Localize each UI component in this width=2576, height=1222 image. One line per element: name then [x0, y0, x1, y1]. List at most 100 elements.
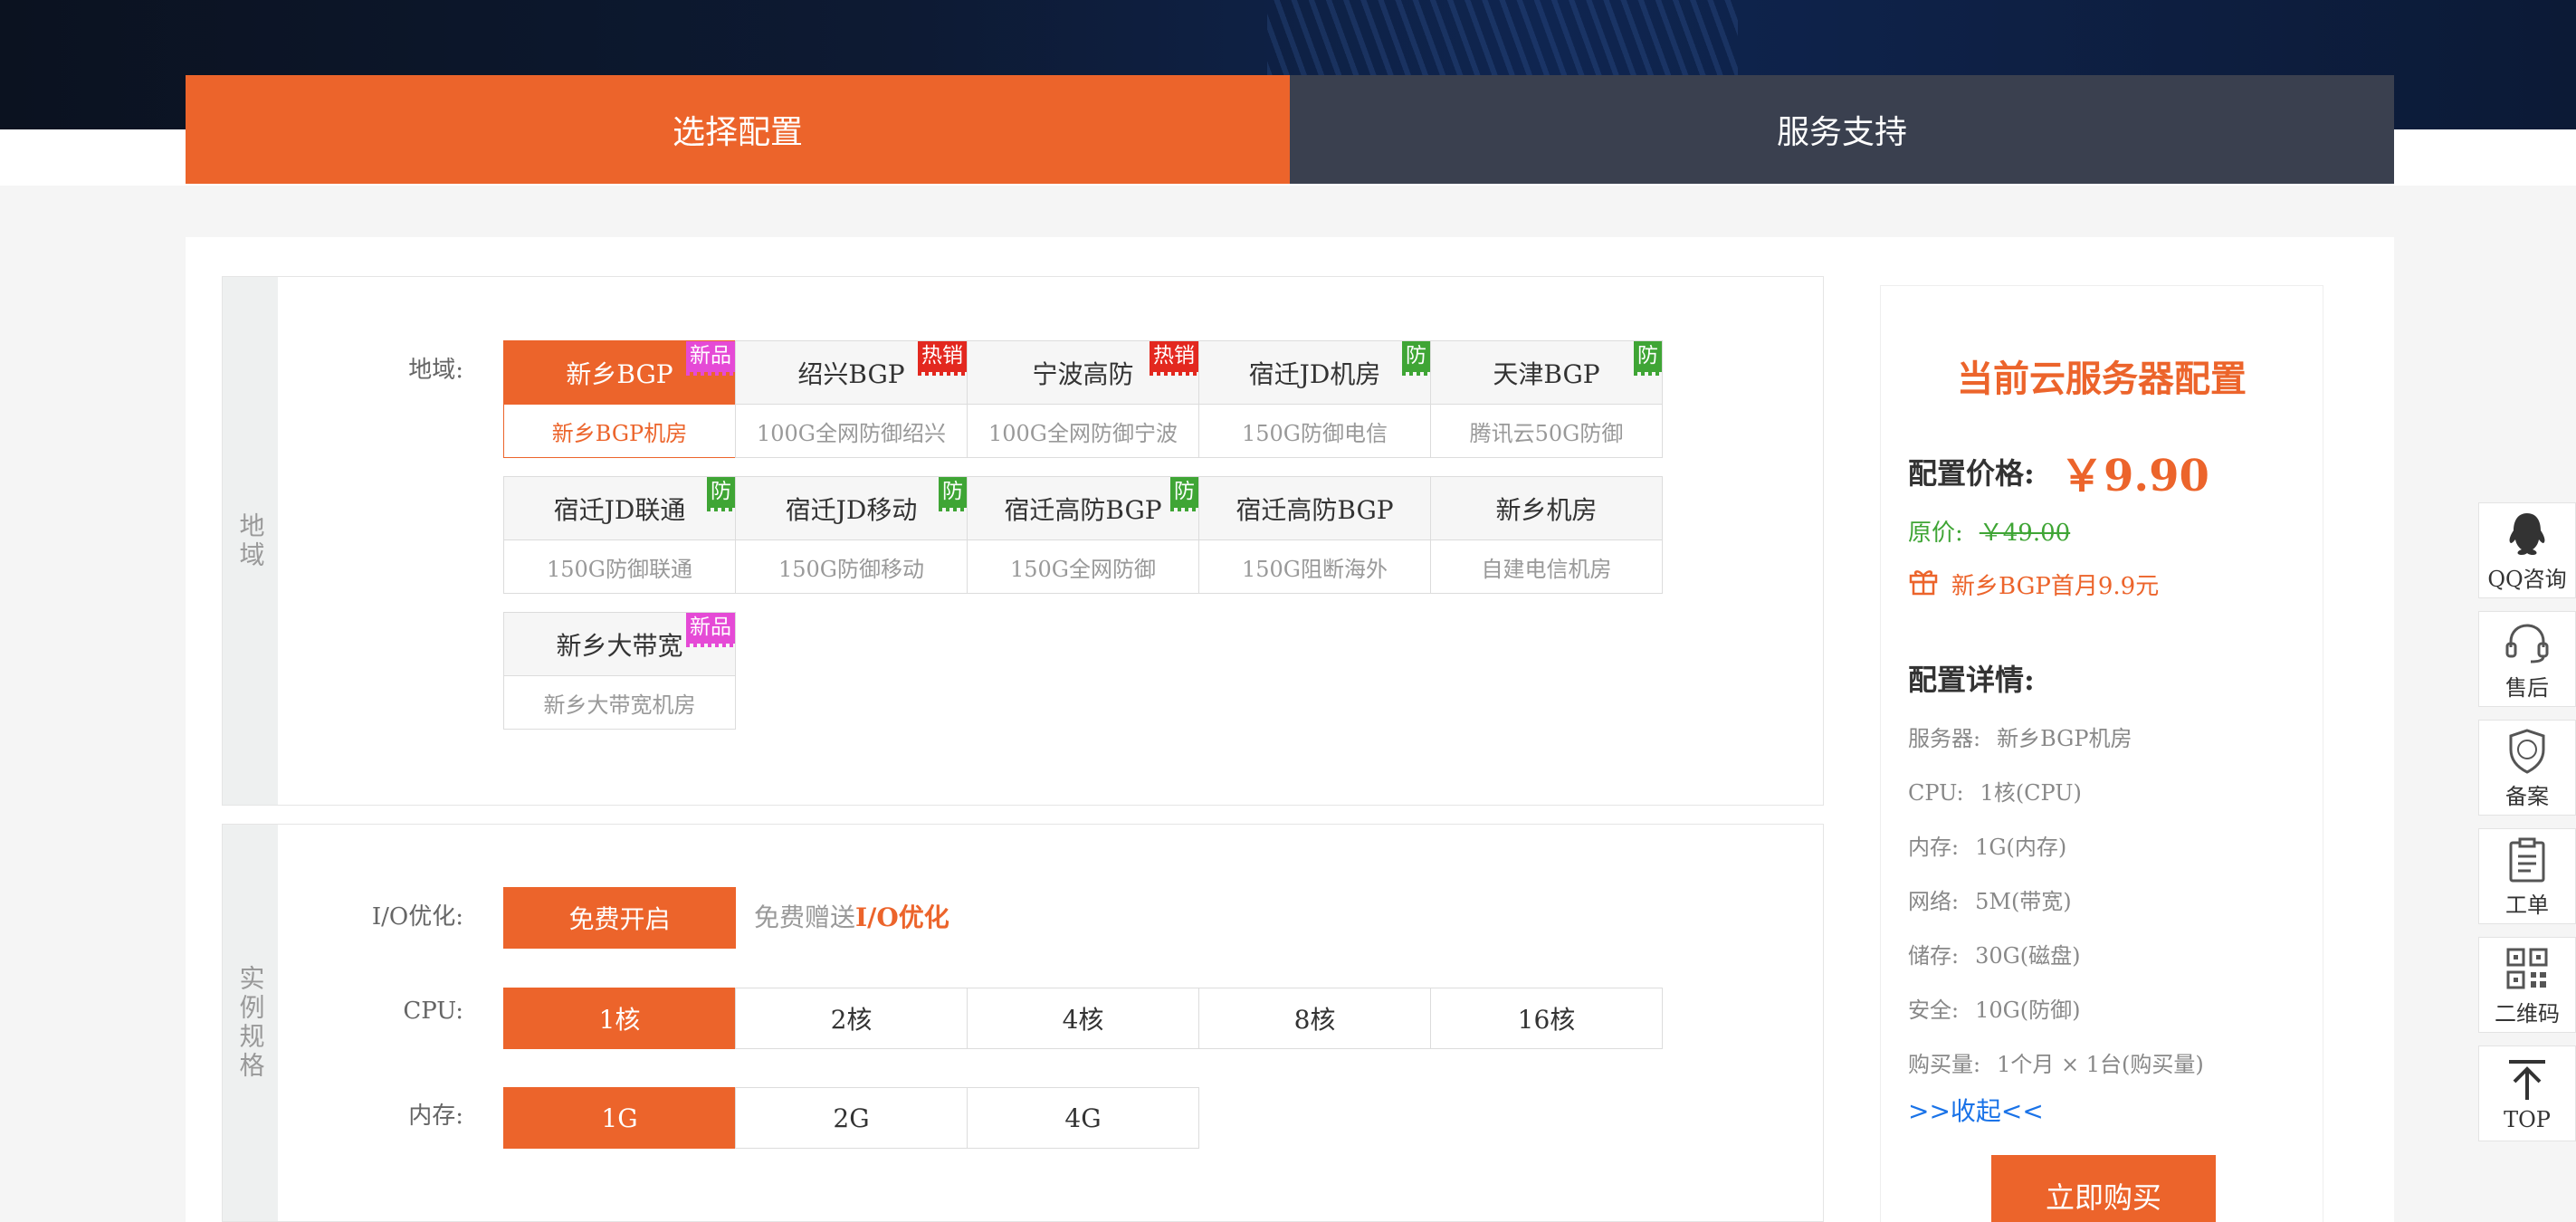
detail-row: 安全: 10G(防御) [1908, 992, 2081, 1024]
memory-option[interactable]: 1G [503, 1087, 736, 1149]
cpu-option[interactable]: 4核 [967, 988, 1199, 1049]
region-name: 宿迁JD移动 [736, 477, 967, 540]
region-option[interactable]: 宿迁JD移动 150G防御移动 防 [735, 476, 968, 594]
region-badge: 新品 [686, 613, 735, 647]
io-row-label: I/O优化: [371, 903, 463, 931]
price-label: 配置价格: [1908, 456, 2035, 491]
region-desc: 100G全网防御宁波 [988, 420, 1178, 446]
cpu-option[interactable]: 2核 [735, 988, 968, 1049]
detail-row: 网络: 5M(带宽) [1908, 883, 2072, 915]
region-option[interactable]: 宁波高防 100G全网防御宁波 热销 [967, 340, 1199, 458]
cpu-option[interactable]: 1核 [503, 988, 736, 1049]
main-tabs: 选择配置 服务支持 [186, 75, 2394, 184]
region-desc: 腾讯云50G防御 [1469, 420, 1624, 446]
region-option[interactable]: 新乡机房 自建电信机房 [1430, 476, 1663, 594]
region-name: 新乡机房 [1431, 477, 1662, 540]
qrcode-icon [2505, 943, 2549, 994]
region-name: 宿迁JD机房 [1199, 341, 1430, 405]
spec-section-label: 实例规格 [223, 825, 278, 1221]
region-badge: 热销 [1150, 341, 1198, 376]
icp-shield-icon [2505, 726, 2549, 777]
float-top-label: TOP [2504, 1107, 2551, 1132]
promo-line: 新乡BGP首月9.9元 [1908, 567, 2159, 602]
io-enable-button[interactable]: 免费开启 [503, 887, 736, 949]
memory-options: 1G 2G 4G [503, 1087, 1199, 1149]
detail-row: 服务器: 新乡BGP机房 [1908, 721, 2132, 752]
float-qrcode[interactable]: 二维码 [2478, 937, 2576, 1033]
cpu-option[interactable]: 16核 [1430, 988, 1663, 1049]
io-note-prefix: 免费赠送 [754, 902, 856, 932]
detail-value: 30G(磁盘) [1975, 943, 2081, 969]
float-qrcode-label: 二维码 [2495, 1000, 2560, 1026]
region-badge: 防 [1170, 477, 1198, 511]
region-name: 天津BGP [1431, 341, 1662, 405]
region-option[interactable]: 绍兴BGP 100G全网防御绍兴 热销 [735, 340, 968, 458]
memory-option[interactable]: 4G [967, 1087, 1199, 1149]
region-name: 宿迁高防BGP [968, 477, 1198, 540]
region-option[interactable]: 天津BGP 腾讯云50G防御 防 [1430, 340, 1663, 458]
region-name: 宿迁高防BGP [1199, 477, 1430, 540]
float-ticket[interactable]: 工单 [2478, 828, 2576, 924]
region-option[interactable]: 宿迁JD机房 150G防御电信 防 [1198, 340, 1431, 458]
region-row-label: 地域: [408, 357, 463, 384]
float-top[interactable]: TOP [2478, 1045, 2576, 1141]
cpu-row-label: CPU: [403, 998, 463, 1025]
detail-value: 1G(内存) [1975, 835, 2067, 860]
region-desc: 150G防御电信 [1242, 420, 1388, 446]
region-option[interactable]: 宿迁高防BGP 150G全网防御 防 [967, 476, 1199, 594]
promo-text: 新乡BGP首月9.9元 [1951, 573, 2160, 600]
original-price: 原价: ￥49.00 [1908, 514, 2070, 548]
detail-key: 网络: [1908, 889, 1960, 914]
float-ticket-label: 工单 [2505, 892, 2549, 918]
float-aftersale[interactable]: 售后 [2478, 611, 2576, 707]
float-icp-label: 备案 [2505, 783, 2549, 809]
detail-title: 配置详情: [1908, 663, 2035, 697]
detail-value: 1核(CPU) [1980, 780, 2082, 806]
tab-select-config[interactable]: 选择配置 [186, 75, 1290, 184]
headset-icon [2504, 617, 2551, 668]
region-name: 宿迁JD联通 [504, 477, 735, 540]
detail-value: 5M(带宽) [1975, 889, 2072, 914]
region-desc: 150G防御联通 [547, 556, 692, 582]
region-desc: 150G防御移动 [778, 556, 924, 582]
float-aftersale-label: 售后 [2505, 674, 2549, 701]
config-summary: 当前云服务器配置 配置价格: ￥9.90 原价: ￥49.00 新乡BGP首月9.… [1880, 285, 2323, 1222]
original-price-value: ￥49.00 [1979, 520, 2071, 547]
detail-value: 新乡BGP机房 [1997, 726, 2132, 751]
detail-row: CPU: 1核(CPU) [1908, 775, 2082, 807]
gift-icon [1908, 567, 1951, 602]
detail-key: 服务器: [1908, 726, 1981, 751]
summary-title: 当前云服务器配置 [1957, 358, 2247, 400]
region-section-label: 地域 [223, 277, 278, 805]
region-badge: 防 [939, 477, 967, 511]
region-badge: 防 [1634, 341, 1662, 376]
region-badge: 防 [707, 477, 735, 511]
detail-key: 安全: [1908, 998, 1960, 1023]
clipboard-icon [2507, 835, 2547, 885]
region-option[interactable]: 新乡大带宽 新乡大带宽机房 新品 [503, 612, 736, 730]
collapse-link[interactable]: >>收起<< [1908, 1092, 2044, 1128]
detail-key: CPU: [1908, 780, 1964, 806]
memory-option[interactable]: 2G [735, 1087, 968, 1149]
cpu-options: 1核 2核 4核 8核 16核 [503, 988, 1663, 1049]
detail-value: 10G(防御) [1975, 998, 2081, 1023]
tab-service-support[interactable]: 服务支持 [1290, 75, 2394, 184]
detail-row: 储存: 30G(磁盘) [1908, 938, 2081, 969]
io-note-highlight: I/O优化 [855, 902, 949, 932]
region-badge: 防 [1402, 341, 1430, 376]
float-qq-label: QQ咨询 [2487, 566, 2567, 592]
cpu-option[interactable]: 8核 [1198, 988, 1431, 1049]
region-desc: 150G全网防御 [1010, 556, 1156, 582]
float-qq[interactable]: QQ咨询 [2478, 502, 2576, 598]
detail-value: 1个月 × 1台(购买量) [1997, 1052, 2204, 1077]
detail-key: 储存: [1908, 943, 1960, 969]
arrow-top-icon [2505, 1055, 2549, 1105]
buy-now-button[interactable]: 立即购买 [1991, 1155, 2216, 1222]
region-option[interactable]: 宿迁高防BGP 150G阻断海外 [1198, 476, 1431, 594]
region-desc: 100G全网防御绍兴 [757, 420, 946, 446]
region-badge: 新品 [686, 341, 735, 376]
detail-row: 内存: 1G(内存) [1908, 829, 2066, 861]
region-option[interactable]: 宿迁JD联通 150G防御联通 防 [503, 476, 736, 594]
float-icp[interactable]: 备案 [2478, 720, 2576, 816]
region-option[interactable]: 新乡BGP 新乡BGP机房 新品 [503, 340, 736, 458]
